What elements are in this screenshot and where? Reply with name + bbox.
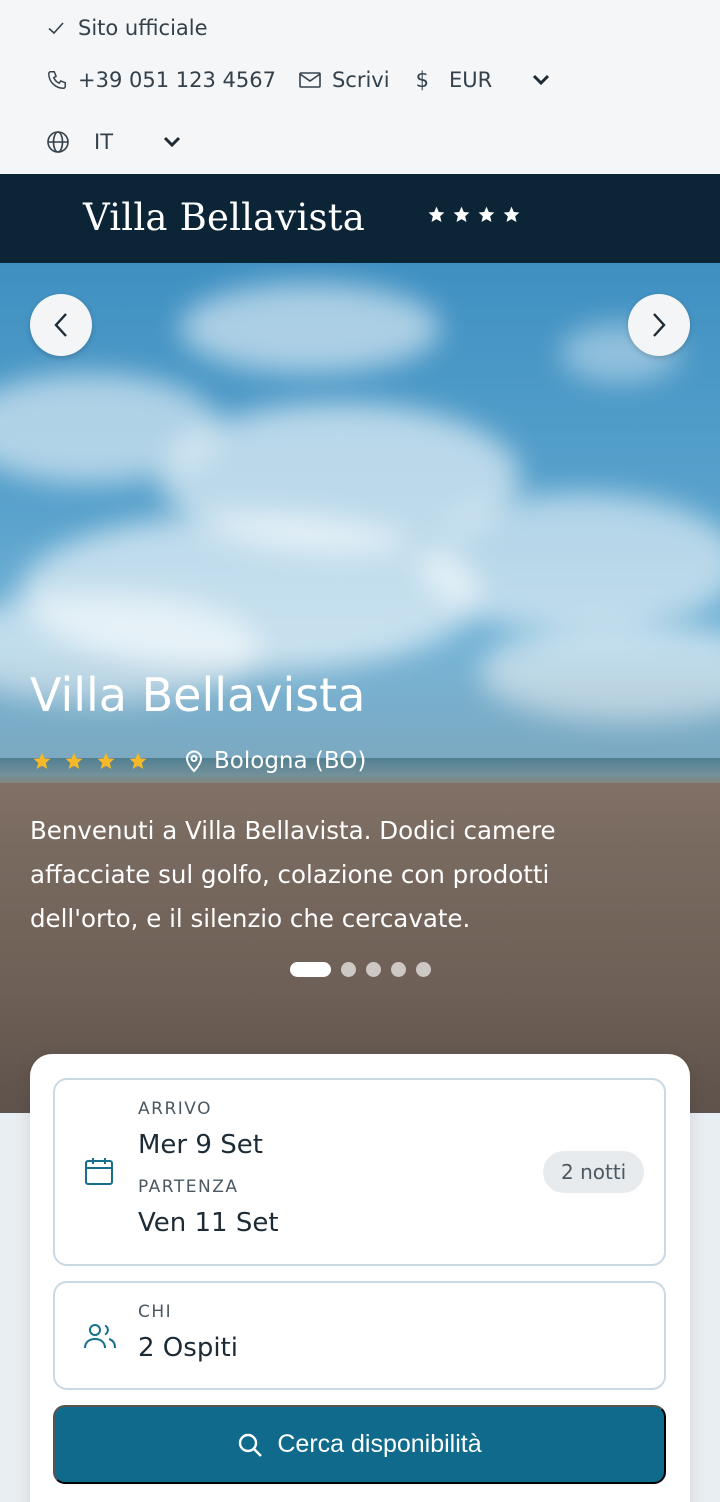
star-icon [97,752,115,769]
chevron-down-icon [163,136,181,148]
hero-description: Benvenuti a Villa Bellavista. Dodici cam… [30,816,556,933]
booking-widget: ARRIVO Mer 9 Set PARTENZA Ven 11 Set 2 n… [30,1054,690,1502]
search-availability-button[interactable]: Cerca disponibilità [53,1405,666,1484]
chevron-right-icon [653,313,666,337]
nights-badge: 2 notti [543,1151,645,1193]
carousel-dot[interactable] [366,962,381,977]
star-icon [453,206,470,223]
star-icon [65,752,83,769]
departure-label: PARTENZA [138,1177,239,1197]
hero-meta: Bologna (BO) [32,748,366,774]
phone-icon [46,69,68,91]
star-icon [129,752,147,769]
dollar-icon: $ [415,68,429,92]
contact-row: +39 051 123 4567 Scrivi $ EUR [46,64,560,96]
currency-value: EUR [448,68,493,92]
users-icon [83,1321,117,1355]
departure-value: Ven 11 Set [138,1208,279,1238]
hero-star-rating [32,751,148,771]
phone-link[interactable]: +39 051 123 4567 [46,68,276,92]
brand-header: Villa Bellavista [0,174,720,263]
star-icon [428,206,445,223]
brand-logo-link[interactable]: Villa Bellavista [83,196,365,239]
date-picker-field[interactable]: ARRIVO Mer 9 Set PARTENZA Ven 11 Set 2 n… [53,1078,666,1266]
carousel-dot[interactable] [290,962,331,977]
phone-number: +39 051 123 4567 [78,68,276,92]
currency-selector[interactable]: $ EUR [416,68,561,92]
write-label: Scrivi [331,68,390,92]
calendar-icon [83,1155,115,1191]
check-icon [46,18,78,38]
arrival-label: ARRIVO [138,1099,212,1119]
carousel-dot[interactable] [341,962,356,977]
guests-value: 2 Ospiti [138,1333,238,1363]
globe-icon [46,130,70,154]
search-availability-label: Cerca disponibilità [277,1430,482,1458]
map-pin-icon [185,750,203,773]
top-utility-bar: Sito ufficiale +39 051 123 4567 Scrivi $… [0,0,720,174]
official-site-label: Sito ufficiale [78,16,208,40]
carousel-next-button[interactable] [628,294,690,356]
carousel-pagination [290,962,431,977]
mail-icon [298,70,322,90]
carousel-dot[interactable] [416,962,431,977]
star-icon [503,206,520,223]
carousel-prev-button[interactable] [30,294,92,356]
star-icon [33,752,51,769]
star-icon [478,206,495,223]
brand-star-rating [427,205,521,224]
search-icon [239,1433,263,1457]
language-value: IT [94,130,114,154]
guests-label: CHI [138,1302,173,1322]
language-selector[interactable]: IT [46,126,181,158]
hero-location: Bologna (BO) [184,748,366,774]
write-link[interactable]: Scrivi [298,68,390,92]
hero-title: Villa Bellavista [30,668,366,722]
arrival-value: Mer 9 Set [138,1130,263,1160]
hero-carousel: Villa Bellavista Bologna (BO) Benvenuti … [0,263,720,1113]
chevron-down-icon [532,74,550,86]
location-label: Bologna (BO) [214,748,367,774]
chevron-left-icon [54,313,67,337]
official-site-badge: Sito ufficiale [46,14,208,42]
carousel-dot[interactable] [391,962,406,977]
guests-field[interactable]: CHI 2 Ospiti [53,1281,666,1390]
